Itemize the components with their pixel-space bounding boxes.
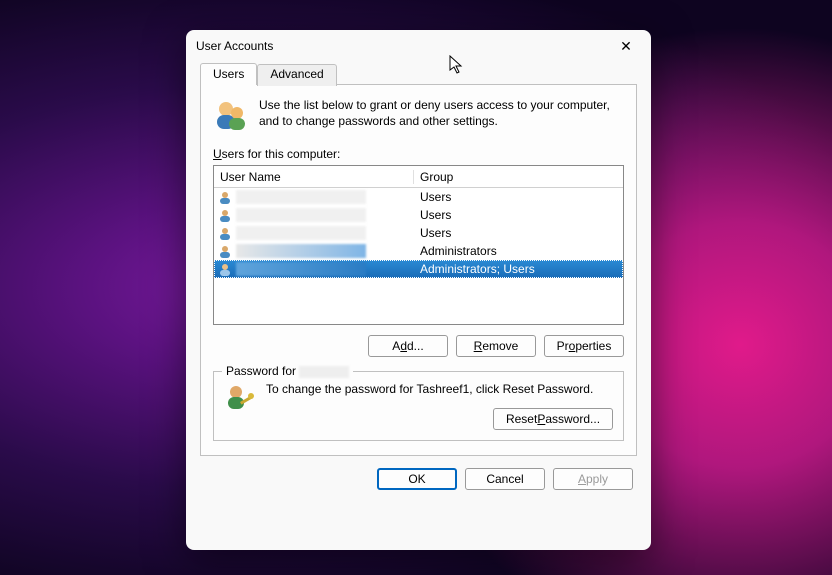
- users-icon: [213, 97, 249, 133]
- users-list-label: Users for this computer:: [213, 147, 624, 161]
- group-cell: Users: [414, 190, 623, 204]
- password-legend: Password for: [222, 364, 353, 378]
- tab-strip: Users Advanced: [186, 62, 651, 84]
- tab-users[interactable]: Users: [200, 63, 257, 85]
- group-cell: Users: [414, 226, 623, 240]
- user-icon: [218, 262, 232, 276]
- user-icon: [218, 190, 232, 204]
- column-header-group[interactable]: Group: [414, 170, 623, 184]
- user-accounts-window: User Accounts ✕ Users Advanced Use the l…: [186, 30, 651, 550]
- add-button[interactable]: Add...: [368, 335, 448, 357]
- user-buttons-row: Add... Remove Properties: [213, 335, 624, 357]
- username-redacted: [299, 366, 349, 378]
- ok-button[interactable]: OK: [377, 468, 457, 490]
- window-title: User Accounts: [196, 39, 273, 53]
- properties-button[interactable]: Properties: [544, 335, 624, 357]
- group-cell: Administrators; Users: [414, 262, 623, 276]
- password-fieldset: Password for To change the password for …: [213, 371, 624, 441]
- titlebar: User Accounts ✕: [186, 30, 651, 62]
- key-user-icon: [224, 382, 256, 414]
- username-redacted: [236, 208, 366, 222]
- column-header-username[interactable]: User Name: [214, 170, 414, 184]
- table-row[interactable]: Administrators: [214, 242, 623, 260]
- user-icon: [218, 208, 232, 222]
- intro-row: Use the list below to grant or deny user…: [213, 97, 624, 133]
- reset-password-button[interactable]: Reset Password...: [493, 408, 613, 430]
- table-row[interactable]: Users: [214, 188, 623, 206]
- password-text: To change the password for Tashreef1, cl…: [266, 382, 613, 396]
- apply-button: Apply: [553, 468, 633, 490]
- listview-body: Users Users Users Administrators Adminis…: [214, 188, 623, 278]
- cancel-button[interactable]: Cancel: [465, 468, 545, 490]
- table-row[interactable]: Users: [214, 224, 623, 242]
- user-icon: [218, 226, 232, 240]
- listview-header: User Name Group: [214, 166, 623, 188]
- dialog-buttons-row: OK Cancel Apply: [186, 464, 651, 490]
- username-redacted: [236, 190, 366, 204]
- remove-button[interactable]: Remove: [456, 335, 536, 357]
- username-redacted: [236, 262, 366, 276]
- username-redacted: [236, 226, 366, 240]
- user-icon: [218, 244, 232, 258]
- table-row[interactable]: Administrators; Users: [214, 260, 623, 278]
- close-icon: ✕: [620, 38, 632, 55]
- group-cell: Administrators: [414, 244, 623, 258]
- intro-text: Use the list below to grant or deny user…: [259, 97, 624, 133]
- users-tab-panel: Use the list below to grant or deny user…: [200, 84, 637, 456]
- group-cell: Users: [414, 208, 623, 222]
- tab-advanced[interactable]: Advanced: [257, 64, 336, 86]
- close-button[interactable]: ✕: [611, 31, 641, 61]
- table-row[interactable]: Users: [214, 206, 623, 224]
- users-listview[interactable]: User Name Group Users Users Users: [213, 165, 624, 325]
- username-redacted: [236, 244, 366, 258]
